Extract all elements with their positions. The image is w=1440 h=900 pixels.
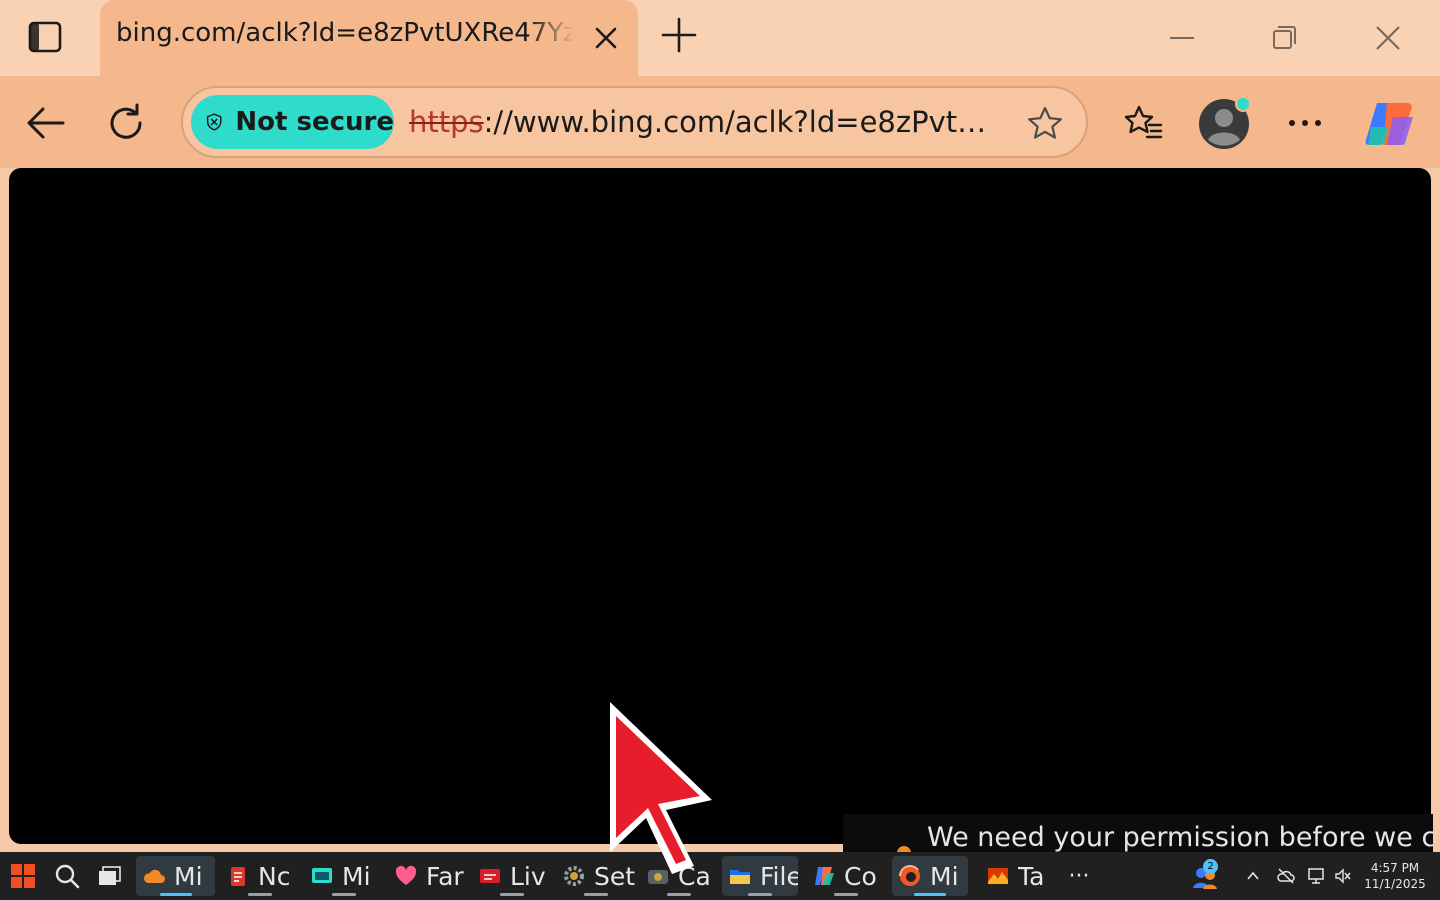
copilot-button[interactable] (1362, 96, 1418, 152)
shield-warning-icon (206, 113, 222, 131)
tab-actions-button[interactable] (22, 16, 68, 58)
favorites-button[interactable] (1118, 98, 1168, 148)
taskbar-app-label: Co (844, 861, 877, 891)
cookie-consent-banner[interactable]: We need your permission before we can (843, 814, 1433, 854)
url-rest: ://www.bing.com/aclk?ld=e8zPvtUXRe47Yz-G… (483, 105, 1007, 139)
browser-toolbar: Not secure https://www.bing.com/aclk?ld=… (0, 76, 1440, 168)
close-window-icon[interactable] (1368, 18, 1408, 58)
mouse-cursor-icon (610, 702, 712, 874)
volume-tray-button[interactable] (1330, 852, 1356, 900)
active-indicator (159, 893, 192, 896)
search-icon (55, 864, 80, 889)
back-button[interactable] (20, 98, 70, 148)
taskbar-app-window[interactable]: Mi (304, 856, 384, 896)
open-indicator (834, 893, 858, 896)
taskbar-app-task-manager[interactable]: Ta (980, 856, 1056, 896)
page-content[interactable] (9, 168, 1431, 844)
show-hidden-icons-button[interactable] (1240, 852, 1266, 900)
open-indicator (500, 893, 524, 896)
address-bar[interactable]: Not secure https://www.bing.com/aclk?ld=… (181, 86, 1088, 158)
speaker-muted-icon (1335, 868, 1351, 884)
captions-icon (480, 869, 500, 883)
taskbar-app-file-explorer[interactable]: File (722, 856, 798, 896)
new-tab-icon[interactable] (658, 14, 700, 56)
taskbar-app-label: Mi (174, 861, 203, 891)
taskbar-app-label: Liv (510, 861, 546, 891)
site-info-button[interactable]: Not secure (191, 95, 394, 149)
vertical-tabs-icon (28, 21, 62, 53)
open-indicator (332, 893, 356, 896)
taskbar-app-notepad[interactable]: Nc (220, 856, 300, 896)
gear-icon (564, 866, 584, 886)
url-text[interactable]: https://www.bing.com/aclk?ld=e8zPvtUXRe4… (409, 105, 1007, 139)
people-tray-button[interactable] (1188, 852, 1222, 900)
active-indicator (914, 893, 946, 896)
taskbar-app-favorites[interactable]: Far (388, 856, 468, 896)
taskbar-app-live-captions[interactable]: Liv (472, 856, 552, 896)
avatar-icon (1199, 96, 1251, 149)
start-button[interactable] (6, 852, 40, 900)
clock-date: 11/1/2025 (1364, 877, 1426, 891)
clock-time: 4:57 PM (1370, 861, 1420, 875)
profile-button[interactable] (1198, 96, 1252, 150)
close-tab-icon[interactable] (590, 22, 622, 54)
notepad-icon (231, 867, 245, 886)
taskbar-app-label: Mi (342, 861, 371, 891)
taskbar-overflow-button[interactable]: ··· (1062, 852, 1096, 900)
settings-more-button[interactable] (1280, 98, 1330, 148)
open-indicator (667, 893, 691, 896)
chevron-up-icon (1247, 871, 1259, 880)
cloud-icon (143, 869, 165, 883)
windows-logo-icon (11, 864, 35, 888)
cookie-consent-text: We need your permission before we can (927, 822, 1433, 853)
taskbar: Mi Nc Mi Far Liv Set Ca File Co Mi Ta ··… (0, 852, 1440, 900)
search-button[interactable] (50, 852, 84, 900)
taskbar-app-label: Far (426, 861, 464, 891)
title-bar: bing.com/aclk?ld=e8zPvtUXRe47Yz-GX (0, 0, 1440, 76)
network-tray-button[interactable] (1302, 852, 1330, 900)
tab-title: bing.com/aclk?ld=e8zPvtUXRe47Yz-GX (116, 18, 574, 48)
more-dots-icon (1289, 120, 1321, 126)
taskbar-app-label: File (760, 861, 798, 891)
open-indicator (248, 893, 272, 896)
heart-icon (395, 865, 417, 885)
taskbar-app-copilot[interactable]: Co (806, 856, 886, 896)
add-favorite-icon[interactable] (1025, 104, 1065, 144)
task-view-button[interactable] (92, 852, 126, 900)
onedrive-tray-button[interactable] (1272, 852, 1300, 900)
url-scheme: https (409, 105, 484, 139)
taskbar-app-onedrive[interactable]: Mi (136, 856, 215, 896)
edge-icon (899, 865, 920, 886)
arrow-left-icon (27, 107, 65, 139)
notification-badge: 2 (1203, 859, 1218, 874)
open-indicator (748, 893, 772, 896)
network-icon (1308, 868, 1324, 884)
cloud-offline-icon (1277, 868, 1295, 884)
taskbar-app-label: Mi (930, 861, 959, 891)
favorites-list-icon (1124, 105, 1163, 139)
window-icon (312, 868, 332, 883)
taskbar-app-edge[interactable]: Mi (892, 856, 968, 896)
system-clock[interactable]: 4:57 PM 11/1/2025 (1360, 860, 1430, 892)
copilot-icon (815, 867, 834, 885)
taskbar-app-label: Ta (1018, 861, 1045, 891)
open-indicator (584, 893, 608, 896)
restore-icon[interactable] (1264, 18, 1304, 58)
active-tab[interactable]: bing.com/aclk?ld=e8zPvtUXRe47Yz-GX (100, 0, 638, 76)
copilot-icon (1365, 103, 1413, 145)
refresh-button[interactable] (101, 98, 151, 148)
refresh-icon (110, 103, 142, 139)
minimize-icon[interactable] (1162, 18, 1202, 58)
mountain-icon (988, 868, 1008, 884)
taskbar-app-label: Nc (258, 861, 291, 891)
task-view-icon (99, 866, 121, 885)
not-secure-label: Not secure (235, 107, 394, 137)
folder-icon (730, 870, 750, 884)
